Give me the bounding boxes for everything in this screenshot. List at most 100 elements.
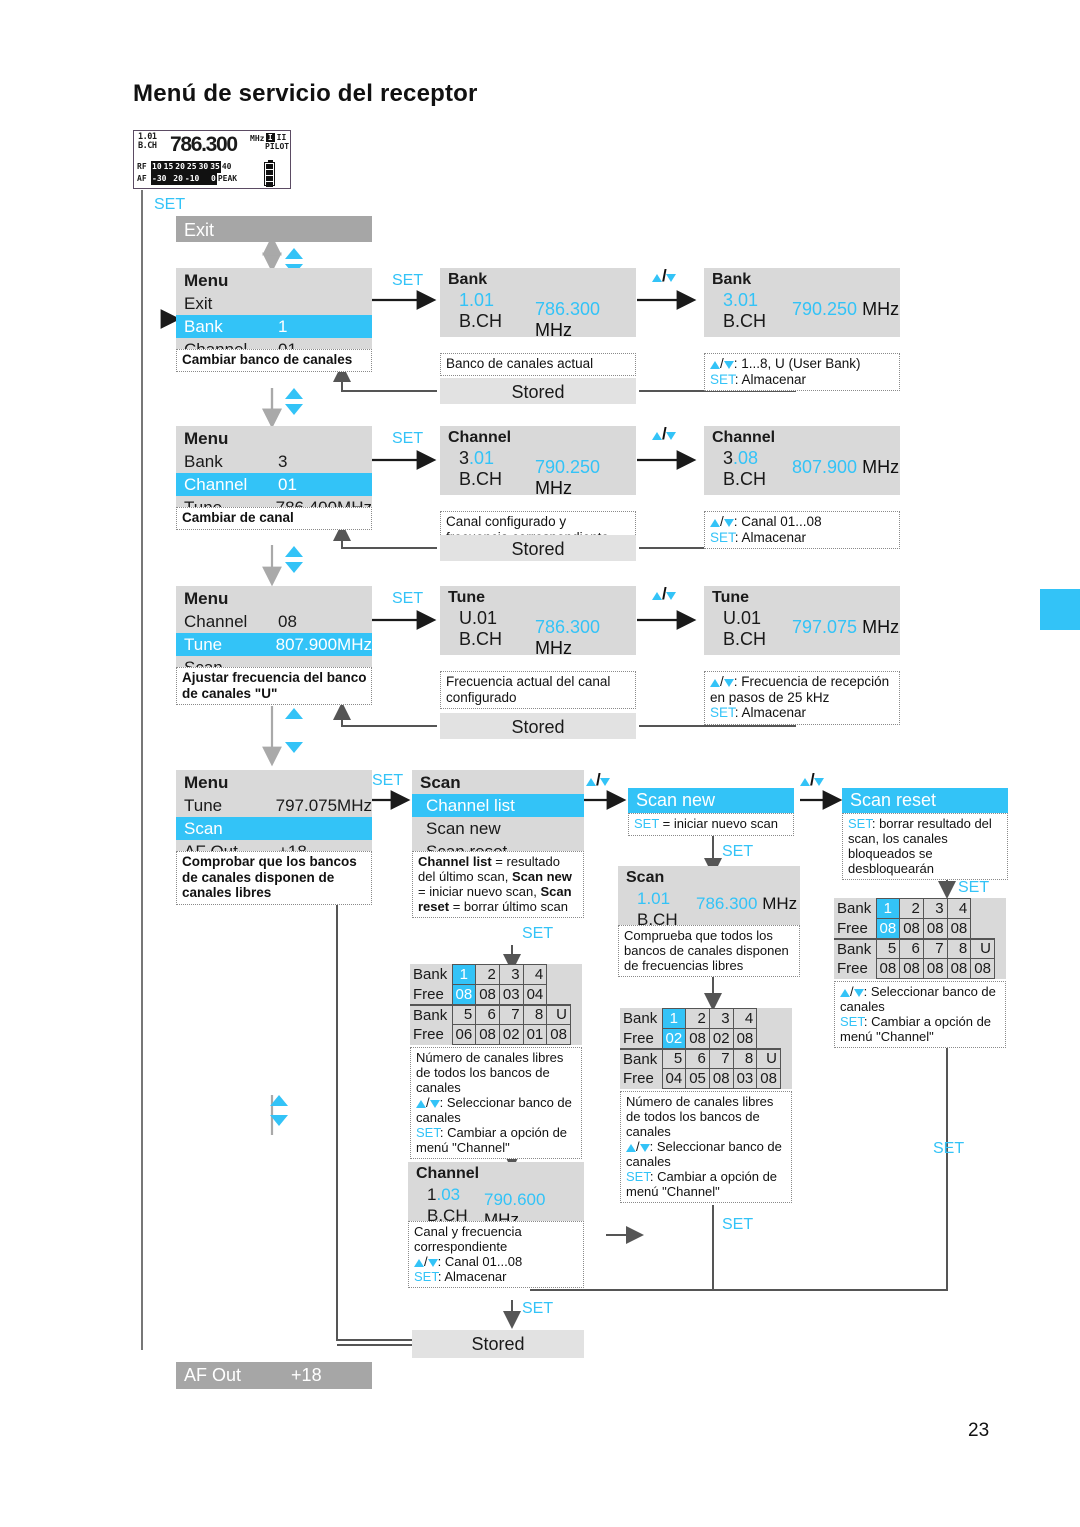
- menu-note-scan: Comprobar que los bancos de canales disp…: [176, 851, 372, 905]
- exit-bar: Exit: [176, 216, 372, 242]
- menu-item-channel[interactable]: Channel 01: [176, 473, 372, 496]
- channel-current-frequency: 790.250 MHz: [535, 457, 601, 498]
- bank-edit-note-arrows: /: 1...8, U (User Bank): [710, 356, 895, 372]
- nav-up-arrow-icon: [285, 388, 303, 399]
- tune-edit-title: Tune: [712, 589, 750, 606]
- channel-edit-note-set: SET: Almacenar: [710, 529, 807, 545]
- up-down-label-channel: /: [652, 424, 676, 444]
- channel-list-note-set: SET: Cambiar a opción de menú "Channel": [416, 1125, 568, 1155]
- receiver-lcd-display: 1.01 B.CH 786.300 MHz I II PILOT RF 10 15 20…: [133, 130, 291, 189]
- lcd-bank-channel: 1.01 B.CH: [138, 132, 157, 151]
- channel-edit-title: Channel: [712, 429, 776, 446]
- bank-free-table-scan-reset: Bank 1 2 3 4 Free 08 08 08 08 Bank 5 6 7…: [834, 898, 1006, 979]
- nav-up-arrow-icon: [270, 1095, 288, 1106]
- tune-edit-note: /: Frecuencia de recepción en pasos de 2…: [704, 671, 900, 725]
- tune-current-title: Tune: [448, 589, 486, 606]
- flow-connectors: [141, 190, 956, 1350]
- lcd-pilot-label: PILOT: [265, 142, 290, 151]
- page-title: Menú de servicio del receptor: [133, 80, 478, 107]
- channel-edit-bch: 3.08 B.CH: [723, 448, 767, 489]
- scan-reset-note-set: SET: Cambiar a opción de menú "Channel": [840, 1014, 992, 1044]
- up-down-label-bank: /: [652, 266, 676, 286]
- menu-item-scan[interactable]: Scan: [176, 817, 372, 840]
- channel-result-bch: 1.03 B.CH: [427, 1185, 468, 1225]
- set-label-scan-reset-table: SET: [933, 1140, 965, 1157]
- scan-new-table-note: Número de canales libres de todos los ba…: [620, 1091, 792, 1203]
- scan-reset-bar[interactable]: Scan reset: [842, 788, 1008, 813]
- channel-current-bch: 3.01 B.CH: [459, 448, 503, 489]
- stored-bar-scan: Stored: [412, 1330, 584, 1358]
- tune-current-box: Tune U.01 B.CH 786.300 MHz: [440, 586, 636, 658]
- bank-current-note: Banco de canales actual: [440, 353, 636, 376]
- stored-bar-channel: Stored: [440, 535, 636, 561]
- scan-new-note-set: SET: Cambiar a opción de menú "Channel": [626, 1169, 778, 1199]
- nav-down-arrow-icon: [285, 562, 303, 573]
- menu-item-tune[interactable]: Tune 807.900MHz: [176, 633, 372, 656]
- bank-edit-box: Bank 3.01 B.CH 790.250 MHz: [704, 268, 900, 337]
- channel-current-box: Channel 3.01 B.CH 790.250 MHz: [440, 426, 636, 498]
- scan-reset-table-note: /: Seleccionar banco de canales SET: Cam…: [834, 981, 1006, 1048]
- stored-bar-bank: Stored: [440, 378, 636, 404]
- set-label-scan: SET: [372, 772, 404, 789]
- menu-title: Menu: [184, 773, 229, 792]
- bank-edit-frequency: 790.250 MHz: [792, 299, 900, 319]
- table-row: Bank 1 2 3 4: [834, 898, 995, 919]
- menu-item-exit[interactable]: Exit: [176, 292, 372, 315]
- scan-running-box: Scan 1.01 B.CH 786.300 MHz: [618, 866, 800, 931]
- scan-running-bch: 1.01 B.CH: [637, 889, 678, 929]
- scan-note-p0: Channel list: [418, 854, 492, 869]
- set-label-scan-reset: SET: [958, 879, 990, 896]
- menu-item-bank[interactable]: Bank 3: [176, 450, 372, 473]
- bank-edit-title: Bank: [712, 271, 752, 288]
- scan-new-note: SET = iniciar nuevo scan: [628, 813, 794, 836]
- scan-new-note-arrows: /: Seleccionar banco de canales: [626, 1139, 782, 1169]
- channel-result-note-arrows: /: Canal 01...08: [414, 1254, 579, 1269]
- tune-edit-box: Tune U.01 B.CH 797.075 MHz: [704, 586, 900, 655]
- tune-current-note: Frecuencia actual del canal configurado: [440, 671, 636, 709]
- set-label-channel: SET: [392, 430, 424, 447]
- tune-edit-note-arrows: /: Frecuencia de recepción en pasos de 2…: [710, 674, 890, 705]
- scan-running-note: Comprueba que todos los bancos de canale…: [618, 925, 800, 977]
- menu-item-channel[interactable]: Channel 08: [176, 610, 372, 633]
- scan-item-scan-new[interactable]: Scan new: [412, 817, 584, 840]
- table-row: Bank 1 2 3 4: [620, 1008, 781, 1029]
- scan-note-p5: = borrar último scan: [449, 899, 568, 914]
- table-row: Free 04 05 08 03 08: [620, 1068, 781, 1089]
- bank-free-table-scan-new: Bank 1 2 3 4 Free 02 08 02 08 Bank 5 6 7…: [620, 1008, 792, 1089]
- scan-list-note: Channel list = resultado del último scan…: [412, 851, 584, 918]
- tune-edit-note-set: SET: Almacenar: [710, 705, 807, 720]
- table-row: Free 08 08 08 08: [834, 918, 995, 940]
- table-row: Free 08 08 03 04: [410, 984, 571, 1006]
- channel-result-box: Channel 1.03 B.CH 790.600 MHz: [408, 1162, 584, 1229]
- scan-new-bar[interactable]: Scan new: [628, 788, 794, 813]
- menu-note-bank: Cambiar banco de canales: [176, 349, 372, 372]
- table-row: Free 06 08 02 01 08: [410, 1024, 571, 1045]
- nav-up-arrow-icon: [285, 546, 303, 557]
- scan-note-p3: = iniciar nuevo scan,: [418, 884, 541, 899]
- channel-result-note-set: SET: Almacenar: [414, 1269, 507, 1284]
- bank-free-grid: Bank 1 2 3 4 Free 08 08 03 04 Bank 5 6 7…: [410, 964, 571, 1045]
- menu-note-tune: Ajustar frecuencia del banco de canales …: [176, 667, 372, 705]
- scan-item-channel-list[interactable]: Channel list: [412, 794, 584, 817]
- menu-item-tune[interactable]: Tune 797.075MHz: [176, 794, 372, 817]
- bank-edit-note-set: SET: Almacenar: [710, 371, 807, 387]
- bank-current-box: Bank 1.01 B.CH 786.300 MHz: [440, 268, 636, 340]
- table-row: Bank 5 6 7 8 U: [834, 938, 995, 959]
- scan-reset-note-arrows: /: Seleccionar banco de canales: [840, 984, 996, 1014]
- scan-running-title: Scan: [626, 869, 665, 886]
- page-number: 23: [968, 1420, 990, 1441]
- set-label-tune: SET: [392, 590, 424, 607]
- menu-title: Menu: [184, 429, 229, 448]
- menu-title: Menu: [184, 271, 229, 290]
- menu-note-channel: Cambiar de canal: [176, 507, 372, 530]
- lcd-unit: MHz: [250, 134, 265, 143]
- tune-current-frequency: 786.300 MHz: [535, 617, 601, 658]
- menu-item-bank[interactable]: Bank 1: [176, 315, 372, 338]
- manual-page: Menú de servicio del receptor 23 1.01 B.C…: [0, 0, 1080, 1527]
- table-row: Bank 5 6 7 8 U: [620, 1048, 781, 1069]
- up-down-label-scan-reset: /: [800, 770, 824, 790]
- channel-list-note: Número de canales libres de todos los ba…: [410, 1047, 582, 1159]
- bank-free-grid: Bank 1 2 3 4 Free 08 08 08 08 Bank 5 6 7…: [834, 898, 995, 979]
- bank-edit-bch: 3.01 B.CH: [723, 290, 767, 331]
- set-label-root: SET: [154, 196, 186, 213]
